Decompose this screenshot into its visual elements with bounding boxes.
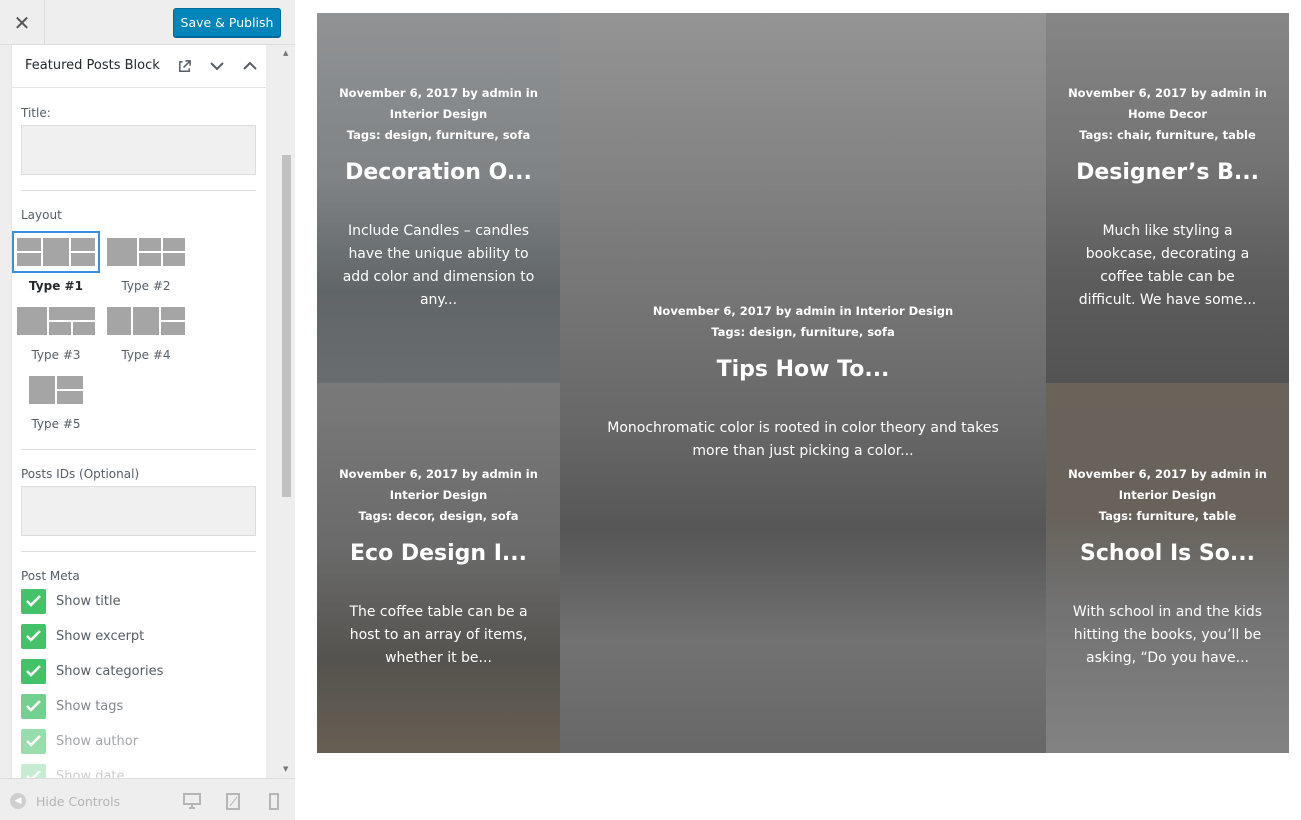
show-author-checkbox[interactable]: Show author [21, 728, 138, 754]
checkmark-icon [21, 658, 46, 684]
show-date-checkbox[interactable]: Show date [21, 763, 125, 778]
featured-post-card[interactable]: November 6, 2017 by admin in Interior De… [317, 383, 560, 753]
divider [21, 449, 256, 450]
show-title-checkbox[interactable]: Show title [21, 588, 121, 614]
post-tags: Tags: furniture, table [1098, 509, 1237, 523]
featured-post-card[interactable]: November 6, 2017 by admin in Interior De… [1046, 383, 1289, 753]
scrollbar-thumb[interactable] [282, 155, 291, 497]
post-excerpt: The coffee table can be a host to an arr… [349, 604, 528, 666]
layout-label: Layout [21, 208, 62, 222]
post-title[interactable]: Designer’s B... [1051, 158, 1284, 188]
scroll-up-icon[interactable]: ▲ [283, 49, 288, 57]
chevron-up-icon[interactable] [240, 56, 260, 76]
post-excerpt: With school in and the kids hitting the … [1072, 604, 1263, 666]
title-label: Title: [21, 106, 51, 120]
post-category: Interior Design [389, 488, 488, 502]
featured-post-card[interactable]: November 6, 2017 by admin in Interior De… [560, 13, 1046, 753]
panel-scrollbar[interactable]: ▲ ▼ [279, 45, 295, 778]
layout-option-label: Type #2 [121, 279, 171, 293]
section-panel: Featured Posts Block Title: Layout Type … [11, 45, 266, 778]
featured-post-card[interactable]: November 6, 2017 by admin in Home Decor … [1046, 13, 1289, 383]
save-publish-button[interactable]: Save & Publish [173, 8, 281, 37]
layout-type-4-thumbnail [107, 307, 185, 335]
post-title[interactable]: Eco Design I... [322, 539, 555, 569]
post-title[interactable]: Tips How To... [565, 355, 1041, 385]
checkmark-icon [21, 623, 46, 649]
desktop-icon[interactable] [183, 793, 201, 811]
post-meta-label: Post Meta [21, 569, 80, 583]
post-title[interactable]: School Is So... [1051, 539, 1284, 569]
post-category: Home Decor [1127, 107, 1208, 121]
image-overlay [317, 13, 560, 383]
layout-type-3-thumbnail [17, 307, 95, 335]
post-date-author: November 6, 2017 by admin in [339, 467, 538, 481]
layout-option-type-3[interactable]: Type #3 [12, 300, 101, 362]
featured-post-card[interactable]: November 6, 2017 by admin in Interior De… [317, 13, 560, 383]
post-title[interactable]: Decoration O... [322, 158, 555, 188]
post-tags: Tags: chair, furniture, table [1079, 128, 1256, 142]
post-date-author: November 6, 2017 by admin in [1068, 467, 1267, 481]
checkmark-icon [21, 588, 46, 614]
hide-controls-label: Hide Controls [36, 793, 121, 809]
layout-type-2-thumbnail [107, 238, 185, 266]
divider [21, 551, 256, 552]
post-tags: Tags: decor, design, sofa [358, 509, 519, 523]
post-ids-label: Posts IDs (Optional) [21, 467, 140, 481]
customizer-footer: ◀ Hide Controls [0, 778, 295, 820]
customizer-sidebar: ✕ Save & Publish Featured Posts Block Ti… [0, 0, 295, 820]
show-tags-checkbox[interactable]: Show tags [21, 693, 123, 719]
checkmark-icon [21, 728, 46, 754]
chevron-down-icon[interactable] [207, 56, 227, 76]
divider [21, 190, 256, 191]
tablet-icon[interactable] [225, 793, 243, 811]
post-excerpt: Monochromatic color is rooted in color t… [607, 420, 999, 459]
post-category: Interior Design [1118, 488, 1217, 502]
show-excerpt-checkbox[interactable]: Show excerpt [21, 623, 144, 649]
checkbox-label: Show excerpt [56, 628, 145, 644]
show-categories-checkbox[interactable]: Show categories [21, 658, 163, 684]
checkbox-label: Show date [56, 768, 125, 779]
layout-option-type-5[interactable]: Type #5 [12, 369, 101, 431]
site-preview: November 6, 2017 by admin in Interior De… [296, 0, 1301, 820]
checkbox-label: Show title [56, 593, 121, 609]
checkbox-label: Show tags [56, 698, 124, 714]
panel-title: Featured Posts Block [25, 58, 160, 73]
mobile-icon[interactable] [268, 793, 286, 811]
post-excerpt: Include Candles – candles have the uniqu… [342, 223, 535, 308]
layout-option-label: Type #4 [121, 348, 171, 362]
post-excerpt: Much like styling a bookcase, decorating… [1078, 223, 1257, 308]
layout-option-type-4[interactable]: Type #4 [101, 300, 191, 362]
checkmark-icon [21, 763, 46, 778]
post-date-author: November 6, 2017 by admin in [339, 86, 538, 100]
layout-option-label: Type #1 [29, 279, 83, 293]
checkbox-label: Show categories [56, 663, 164, 679]
panel-header: Featured Posts Block [12, 45, 266, 88]
post-date-author: November 6, 2017 by admin in Interior De… [652, 304, 954, 318]
close-icon[interactable]: ✕ [0, 0, 45, 45]
checkmark-icon [21, 693, 46, 719]
customizer-header: ✕ Save & Publish [0, 0, 295, 45]
layout-type-5-thumbnail [29, 376, 83, 404]
hide-controls-button[interactable]: ◀ Hide Controls [10, 793, 120, 809]
post-tags: Tags: design, furniture, sofa [711, 325, 895, 339]
arrow-left-icon: ◀ [10, 793, 26, 809]
post-ids-input[interactable] [21, 486, 256, 536]
layout-type-1-thumbnail [17, 238, 95, 266]
image-overlay [1046, 13, 1289, 383]
external-link-icon[interactable] [174, 56, 194, 76]
layout-option-label: Type #5 [31, 417, 81, 431]
post-tags: Tags: design, furniture, sofa [346, 128, 531, 142]
checkbox-label: Show author [56, 733, 139, 749]
scroll-down-icon[interactable]: ▼ [283, 765, 288, 773]
post-category: Interior Design [389, 107, 488, 121]
layout-option-type-2[interactable]: Type #2 [101, 231, 191, 293]
title-input[interactable] [21, 125, 256, 175]
post-date-author: November 6, 2017 by admin in [1068, 86, 1267, 100]
layout-option-type-1[interactable]: Type #1 [12, 231, 101, 293]
featured-posts-grid: November 6, 2017 by admin in Interior De… [317, 13, 1289, 753]
layout-option-label: Type #3 [31, 348, 81, 362]
